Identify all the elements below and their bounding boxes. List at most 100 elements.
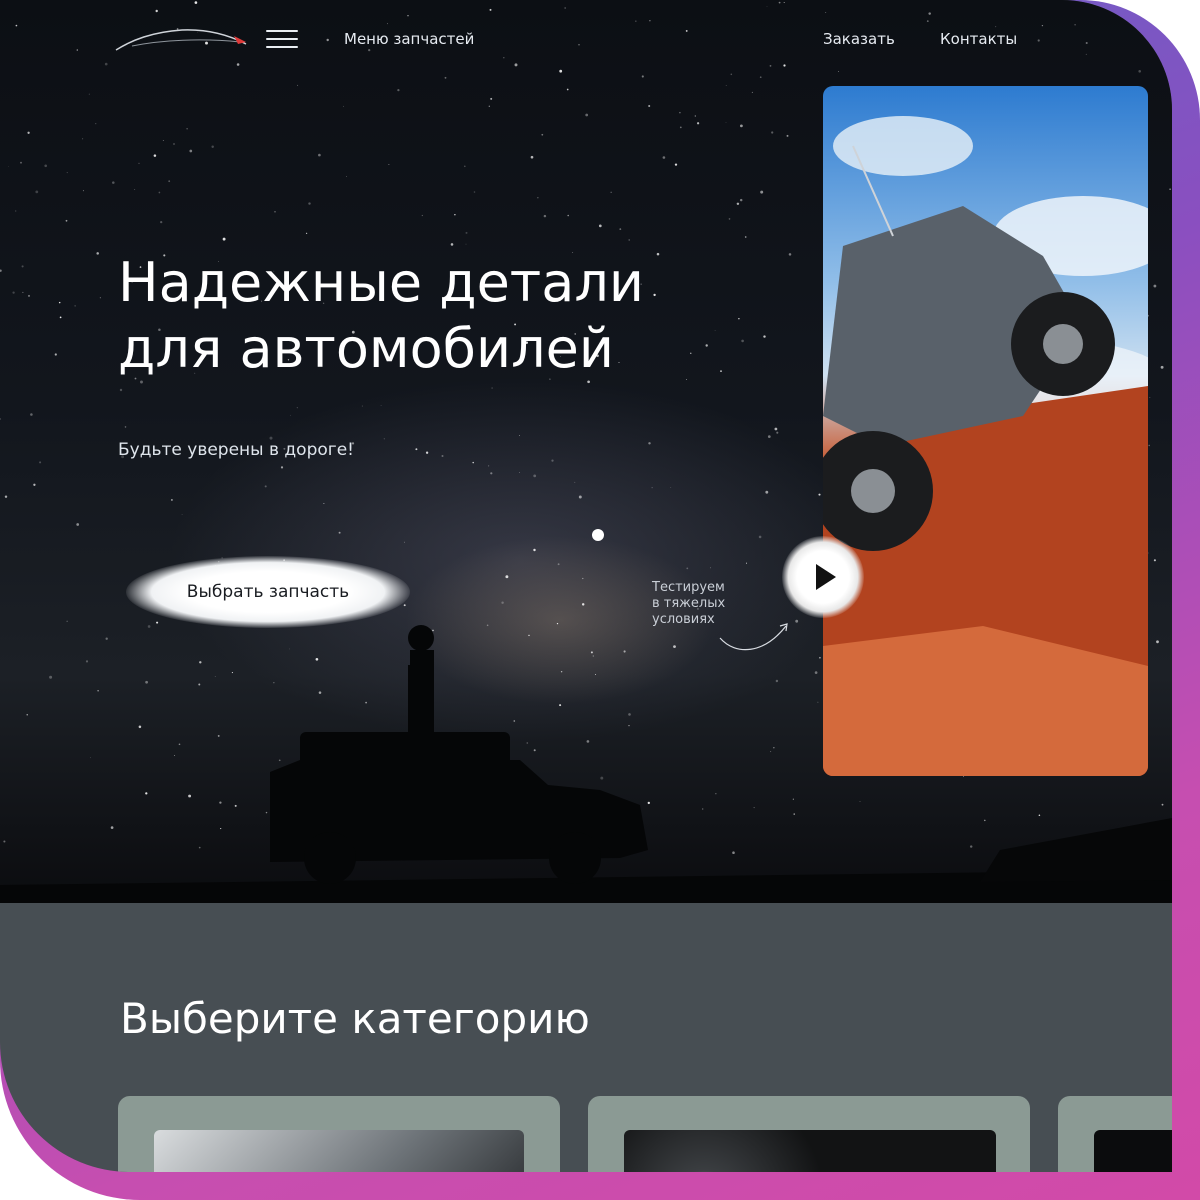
category-card[interactable] bbox=[1058, 1096, 1172, 1172]
star bbox=[744, 236, 747, 238]
star bbox=[514, 63, 518, 67]
star bbox=[1153, 284, 1157, 288]
star bbox=[82, 190, 84, 192]
star bbox=[397, 88, 400, 92]
hero-title-line: Надежные детали bbox=[118, 251, 644, 314]
star bbox=[290, 414, 291, 416]
star bbox=[769, 65, 772, 67]
hero-title-line: для автомобилей bbox=[118, 317, 614, 380]
star bbox=[788, 253, 792, 256]
nav-order-link[interactable]: Заказать bbox=[823, 30, 895, 48]
star bbox=[0, 269, 2, 272]
star bbox=[153, 154, 157, 157]
star bbox=[112, 181, 115, 184]
star bbox=[296, 407, 298, 409]
star bbox=[444, 76, 447, 79]
star bbox=[566, 88, 569, 91]
star bbox=[380, 405, 382, 407]
star bbox=[44, 164, 47, 168]
star bbox=[778, 1, 781, 4]
star bbox=[1149, 396, 1151, 398]
star bbox=[686, 567, 689, 570]
star bbox=[696, 122, 700, 125]
video-preview-card[interactable] bbox=[823, 86, 1148, 776]
star bbox=[728, 218, 731, 220]
star bbox=[578, 495, 582, 499]
star bbox=[740, 124, 743, 128]
star bbox=[388, 164, 390, 165]
star bbox=[407, 15, 409, 17]
star bbox=[710, 567, 712, 569]
star bbox=[39, 461, 42, 464]
star bbox=[783, 1, 785, 4]
star bbox=[533, 548, 536, 552]
star bbox=[465, 231, 468, 234]
star bbox=[8, 166, 9, 168]
star bbox=[104, 62, 108, 66]
star bbox=[387, 23, 388, 25]
star bbox=[338, 531, 341, 534]
nav-parts-menu-link[interactable]: Меню запчастей bbox=[344, 30, 474, 48]
star bbox=[725, 122, 727, 123]
star bbox=[491, 387, 493, 389]
star bbox=[736, 202, 740, 206]
star bbox=[745, 562, 748, 564]
star bbox=[694, 115, 696, 117]
star bbox=[361, 405, 363, 407]
offroad-jeep-image bbox=[823, 116, 1148, 776]
star bbox=[578, 44, 580, 46]
star bbox=[1153, 559, 1156, 562]
star bbox=[771, 131, 774, 134]
star bbox=[450, 243, 454, 246]
star bbox=[559, 69, 563, 73]
hamburger-menu-icon[interactable] bbox=[266, 30, 298, 52]
star bbox=[730, 73, 733, 76]
category-card[interactable] bbox=[588, 1096, 1030, 1172]
category-image bbox=[1094, 1130, 1172, 1172]
star bbox=[473, 191, 476, 193]
star bbox=[472, 461, 474, 464]
star bbox=[751, 91, 753, 93]
star bbox=[465, 243, 467, 245]
star bbox=[59, 316, 62, 319]
star bbox=[635, 20, 637, 22]
star bbox=[670, 486, 672, 488]
star bbox=[65, 219, 68, 222]
star bbox=[488, 465, 490, 467]
star bbox=[739, 198, 743, 202]
star bbox=[173, 143, 175, 145]
star bbox=[530, 155, 534, 159]
star bbox=[96, 252, 99, 255]
star bbox=[503, 57, 505, 59]
star bbox=[194, 1, 198, 4]
category-card[interactable] bbox=[118, 1096, 560, 1172]
star bbox=[158, 191, 161, 194]
nav-contacts-link[interactable]: Контакты bbox=[940, 30, 1017, 48]
star bbox=[88, 93, 90, 95]
star bbox=[662, 156, 666, 159]
star bbox=[995, 26, 997, 28]
car-logo-icon[interactable] bbox=[112, 22, 252, 58]
star bbox=[415, 448, 418, 451]
choose-part-label: Выбрать запчасть bbox=[186, 582, 350, 602]
star bbox=[533, 474, 537, 478]
star bbox=[211, 145, 214, 148]
play-video-button[interactable] bbox=[782, 536, 864, 618]
star bbox=[54, 353, 57, 356]
star bbox=[383, 438, 385, 440]
star bbox=[74, 305, 76, 307]
star bbox=[619, 228, 622, 230]
hamburger-line bbox=[266, 38, 298, 40]
star bbox=[774, 427, 778, 431]
star bbox=[928, 12, 931, 15]
star bbox=[585, 113, 589, 117]
star bbox=[598, 224, 602, 228]
star bbox=[1037, 39, 1040, 42]
star bbox=[825, 12, 827, 14]
star bbox=[651, 487, 653, 489]
star bbox=[326, 38, 329, 42]
star bbox=[138, 162, 140, 165]
play-icon bbox=[816, 564, 836, 590]
star bbox=[274, 211, 276, 213]
choose-part-button[interactable]: Выбрать запчасть bbox=[126, 556, 410, 628]
